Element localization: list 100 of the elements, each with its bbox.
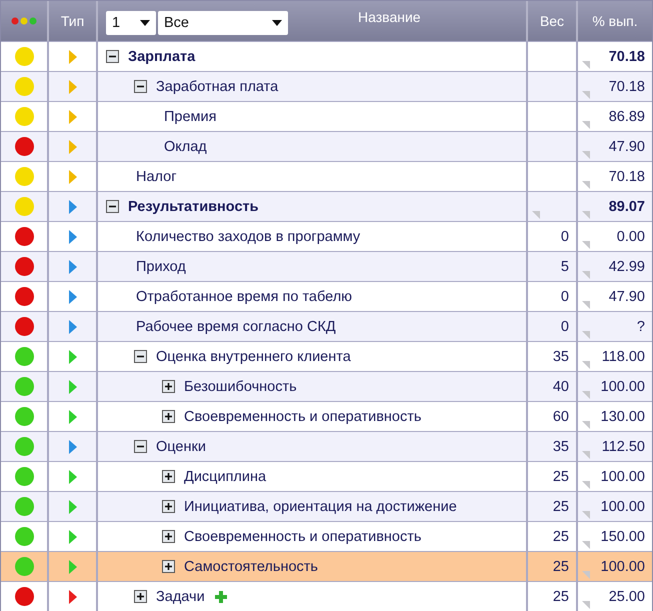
collapse-icon[interactable] bbox=[134, 350, 147, 363]
row-title: Безошибочность bbox=[184, 378, 297, 394]
corner-icon bbox=[582, 211, 590, 219]
row-title: Количество заходов в программу bbox=[136, 228, 360, 244]
table-row[interactable]: Дисциплина 25 100.00 bbox=[1, 461, 652, 491]
row-title: Оклад bbox=[164, 138, 207, 154]
table-row[interactable]: Оценки 35 112.50 bbox=[1, 431, 652, 461]
weight-value: 5 bbox=[560, 258, 569, 274]
row-title: Самостоятельность bbox=[184, 558, 318, 574]
corner-icon bbox=[582, 571, 590, 579]
table-row[interactable]: Отработанное время по табелю 0 47.90 bbox=[1, 281, 652, 311]
row-title: Рабочее время согласно СКД bbox=[136, 318, 336, 334]
filter-select[interactable]: Все bbox=[158, 11, 288, 35]
weight-value: 35 bbox=[552, 438, 569, 454]
collapse-icon[interactable] bbox=[134, 440, 147, 453]
table-row[interactable]: Результативность 89.07 bbox=[1, 191, 652, 221]
percent-value: 70.18 bbox=[608, 48, 645, 64]
expand-icon[interactable] bbox=[162, 530, 175, 543]
table-row[interactable]: Своевременность и оперативность 25 150.00 bbox=[1, 521, 652, 551]
add-icon[interactable] bbox=[214, 590, 227, 602]
weight-value: 25 bbox=[552, 588, 569, 604]
row-title: Задачи bbox=[156, 588, 205, 604]
corner-icon bbox=[582, 361, 590, 369]
percent-value: 47.90 bbox=[608, 138, 645, 154]
caret-icon[interactable] bbox=[272, 20, 282, 26]
row-title: Оценки bbox=[156, 438, 206, 454]
percent-value: 0.00 bbox=[616, 228, 645, 244]
corner-icon bbox=[582, 121, 590, 129]
percent-value: 70.18 bbox=[608, 168, 645, 184]
weight-value: 35 bbox=[552, 348, 569, 364]
row-title: Дисциплина bbox=[184, 468, 266, 484]
table-row[interactable]: Премия 86.89 bbox=[1, 101, 652, 131]
corner-icon bbox=[582, 271, 590, 279]
column-header: Название bbox=[358, 9, 421, 25]
row-title: Результативность bbox=[128, 198, 259, 214]
corner-icon bbox=[582, 181, 590, 189]
percent-value: 89.07 bbox=[608, 198, 645, 214]
level-select[interactable]: 1 bbox=[106, 11, 156, 35]
weight-value: 25 bbox=[552, 528, 569, 544]
expand-icon[interactable] bbox=[134, 590, 147, 603]
row-title: Приход bbox=[136, 258, 186, 274]
percent-value: 25.00 bbox=[608, 588, 645, 604]
table-row[interactable]: Рабочее время согласно СКД 0 ? bbox=[1, 311, 652, 341]
table-row[interactable]: Инициатива, ориентация на достижение 25 100.00 bbox=[1, 491, 652, 521]
weight-value: 25 bbox=[552, 468, 569, 484]
percent-value: 42.99 bbox=[608, 258, 645, 274]
weight-value: 0 bbox=[560, 288, 569, 304]
weight-value: 60 bbox=[552, 408, 569, 424]
percent-value: 100.00 bbox=[600, 498, 645, 514]
table-row[interactable]: Задачи 25 25.00 bbox=[1, 581, 652, 611]
table-row[interactable]: Заработная плата 70.18 bbox=[1, 71, 652, 101]
row-title: Своевременность и оперативность bbox=[184, 408, 422, 424]
column-header: % вып. bbox=[592, 13, 638, 29]
table-row[interactable]: Безошибочность 40 100.00 bbox=[1, 371, 652, 401]
expand-icon[interactable] bbox=[162, 380, 175, 393]
corner-icon bbox=[582, 391, 590, 399]
percent-value: 100.00 bbox=[600, 558, 645, 574]
collapse-icon[interactable] bbox=[106, 200, 119, 213]
corner-icon bbox=[582, 91, 590, 99]
row-title: Заработная плата bbox=[156, 78, 278, 94]
percent-value: 100.00 bbox=[600, 378, 645, 394]
table-row[interactable]: Своевременность и оперативность 60 130.00 bbox=[1, 401, 652, 431]
table-row[interactable]: Налог 70.18 bbox=[1, 161, 652, 191]
corner-icon bbox=[582, 301, 590, 309]
row-title: Налог bbox=[136, 168, 177, 184]
expand-icon[interactable] bbox=[162, 500, 175, 513]
expand-icon[interactable] bbox=[162, 560, 175, 573]
row-title: Зарплата bbox=[128, 48, 196, 64]
corner-icon bbox=[582, 511, 590, 519]
column-header: Вес bbox=[540, 13, 564, 29]
corner-icon bbox=[582, 151, 590, 159]
weight-value: 0 bbox=[560, 318, 569, 334]
corner-icon bbox=[582, 61, 590, 69]
row-title: Своевременность и оперативность bbox=[184, 528, 422, 544]
expand-icon[interactable] bbox=[162, 470, 175, 483]
percent-value: 150.00 bbox=[600, 528, 645, 544]
corner-icon bbox=[582, 451, 590, 459]
row-title: Премия bbox=[164, 108, 216, 124]
table-row[interactable]: Оклад 47.90 bbox=[1, 131, 652, 161]
column-header: Тип bbox=[60, 13, 84, 29]
weight-value: 25 bbox=[552, 558, 569, 574]
percent-value: 112.50 bbox=[602, 438, 645, 454]
row-title: Отработанное время по табелю bbox=[136, 288, 352, 304]
percent-value: ? bbox=[636, 318, 645, 334]
row-title: Оценка внутреннего клиента bbox=[156, 348, 351, 364]
status-icon bbox=[11, 17, 37, 25]
table-row[interactable]: Самостоятельность 25 100.00 bbox=[1, 551, 652, 581]
table-row[interactable]: Оценка внутреннего клиента 35 118.00 bbox=[1, 341, 652, 371]
expand-icon[interactable] bbox=[162, 410, 175, 423]
weight-value: 40 bbox=[552, 378, 569, 394]
table-row[interactable]: Приход 5 42.99 bbox=[1, 251, 652, 281]
table-row[interactable]: Количество заходов в программу 0 0.00 bbox=[1, 221, 652, 251]
collapse-icon[interactable] bbox=[134, 80, 147, 93]
percent-value: 130.00 bbox=[600, 408, 645, 424]
weight-value: 0 bbox=[560, 228, 569, 244]
percent-value: 118.00 bbox=[602, 348, 645, 364]
table-row[interactable]: Зарплата 70.18 bbox=[1, 41, 652, 71]
caret-icon[interactable] bbox=[140, 20, 150, 26]
collapse-icon[interactable] bbox=[106, 50, 119, 63]
corner-icon bbox=[582, 481, 590, 489]
